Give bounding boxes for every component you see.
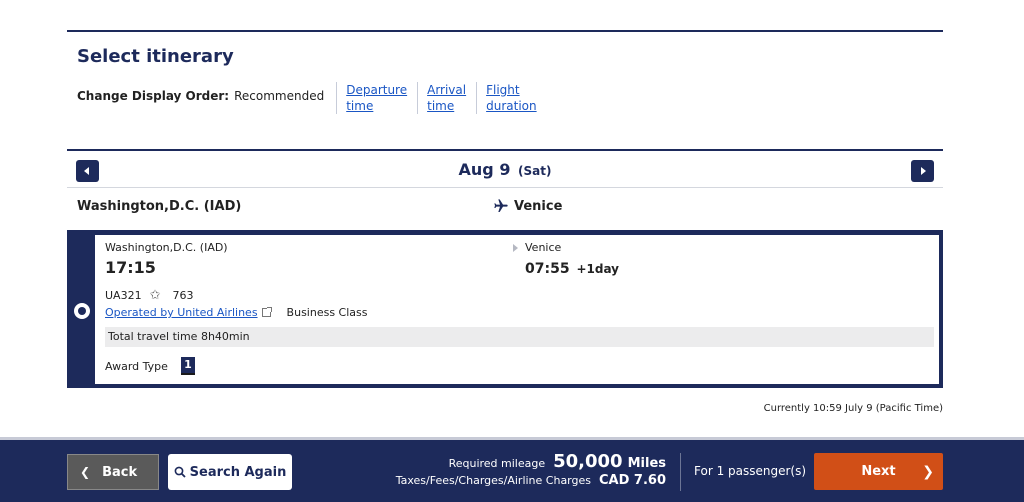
date-bar: Aug 9 (Sat)	[67, 149, 943, 188]
display-order-label: Change Display Order:	[77, 89, 230, 103]
flight-select-radio[interactable]	[74, 303, 90, 319]
sort-flight-duration-link[interactable]: Flight duration	[476, 82, 537, 114]
operator-line: Operated by United Airlines Business Cla…	[105, 306, 368, 319]
date-value: Aug 9	[458, 160, 511, 179]
select-itinerary-section: Select itinerary Change Display Order: R…	[67, 30, 943, 128]
current-time: Currently 10:59 July 9 (Pacific Time)	[763, 403, 943, 414]
date-weekday: (Sat)	[518, 164, 552, 178]
cabin-class: Business Class	[286, 306, 368, 319]
next-day-button[interactable]	[911, 160, 934, 182]
arrow-right-icon	[921, 167, 926, 175]
chevron-left-icon: ❮	[80, 465, 91, 479]
route-destination: Venice	[514, 198, 563, 214]
airplane-icon	[494, 199, 508, 212]
back-button[interactable]: ❮ Back	[67, 454, 159, 490]
mileage-unit: Miles	[627, 456, 666, 471]
route-origin: Washington,D.C. (IAD)	[77, 199, 242, 214]
price-summary: Required mileage 50,000 Miles Taxes/Fees…	[360, 451, 666, 488]
award-type-row: Award Type 1	[105, 357, 195, 375]
flight-details: Washington,D.C. (IAD) 17:15 Venice 07:55…	[95, 235, 939, 384]
route-header: Washington,D.C. (IAD) Venice	[67, 188, 943, 230]
sort-departure-time-link[interactable]: Departure time	[336, 82, 407, 114]
total-travel-time: Total travel time 8h40min	[105, 327, 934, 347]
flight-number-line: UA321 ✩ 763	[105, 288, 193, 303]
arrival-time-wrap: 07:55 +1day	[525, 261, 619, 277]
arrival-day-offset: +1day	[576, 262, 619, 276]
operator-link[interactable]: Operated by United Airlines	[105, 306, 258, 319]
mileage-row: Required mileage 50,000 Miles	[360, 451, 666, 472]
divider	[680, 453, 681, 491]
award-type-label: Award Type	[105, 359, 168, 373]
flight-number: 763	[172, 289, 194, 302]
flight-option-card[interactable]: Washington,D.C. (IAD) 17:15 Venice 07:55…	[67, 230, 943, 388]
next-button[interactable]: Next ❯	[814, 453, 943, 490]
route-destination-wrap: Venice	[493, 198, 562, 214]
tax-value: CAD 7.60	[599, 473, 666, 488]
tax-label: Taxes/Fees/Charges/Airline Charges	[395, 474, 591, 487]
arrival-time: 07:55	[525, 261, 570, 277]
sort-arrival-time-link[interactable]: Arrival time	[417, 82, 466, 114]
star-alliance-icon: ✩	[149, 288, 161, 303]
chevron-right-icon: ❯	[922, 463, 934, 480]
footer-bar: ❮ Back Search Again Required mileage 50,…	[0, 437, 1024, 502]
arrival-city: Venice	[525, 241, 562, 254]
selected-date: Aug 9 (Sat)	[67, 160, 943, 179]
mileage-value: 50,000	[553, 451, 623, 472]
search-icon	[174, 466, 186, 478]
tax-row: Taxes/Fees/Charges/Airline Charges CAD 7…	[360, 473, 666, 488]
search-again-label: Search Again	[189, 464, 287, 480]
search-again-button[interactable]: Search Again	[168, 454, 292, 490]
external-link-icon	[261, 307, 272, 317]
departure-city: Washington,D.C. (IAD)	[105, 241, 228, 254]
aircraft-code: UA321	[105, 289, 142, 302]
mileage-label: Required mileage	[448, 457, 546, 470]
page-title: Select itinerary	[77, 46, 234, 67]
display-order-current: Recommended	[234, 89, 325, 103]
display-order: Change Display Order: Recommended Depart…	[77, 82, 537, 114]
passenger-count: For 1 passenger(s)	[694, 464, 807, 478]
arrow-right-icon	[513, 243, 518, 252]
next-button-label: Next	[861, 464, 896, 479]
arrival-city-wrap: Venice	[513, 241, 561, 254]
award-type-badge: 1	[180, 357, 195, 375]
back-button-label: Back	[102, 464, 138, 480]
departure-time: 17:15	[105, 258, 156, 277]
